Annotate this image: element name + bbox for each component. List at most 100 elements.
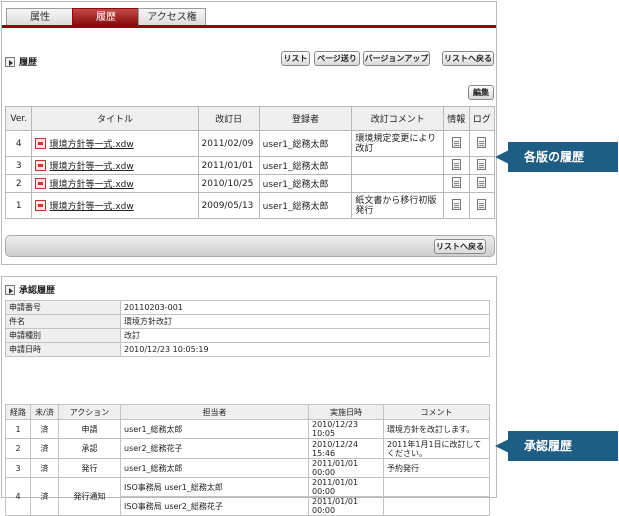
log-document-icon[interactable] bbox=[477, 136, 487, 148]
table-footer-bar: リストへ戻る bbox=[5, 235, 495, 257]
log-cell bbox=[468, 192, 496, 219]
approval-panel: 承認履歴 申請番号 20110203-001 件名 環境方針改訂 申請種別 改訂… bbox=[1, 276, 497, 516]
tab-access[interactable]: アクセス権 bbox=[138, 8, 206, 25]
assignee-cell: user1_総務太郎 bbox=[120, 419, 309, 439]
xdw-file-icon bbox=[35, 200, 47, 211]
route-cell: 1 bbox=[5, 419, 31, 439]
action-cell: 発行通知 bbox=[58, 477, 121, 516]
col-title: タイトル bbox=[31, 106, 199, 131]
info-cell bbox=[443, 174, 470, 193]
datetime-cell: 2011/01/01 00:00 bbox=[308, 496, 384, 516]
info-document-icon[interactable] bbox=[451, 198, 461, 210]
approval-section-title: 承認履歴 bbox=[5, 283, 55, 296]
action-cell: 承認 bbox=[58, 438, 121, 459]
history-title: 履歴 bbox=[19, 58, 38, 68]
table-row: 3 済 発行 user1_総務太郎 2011/01/01 00:00 予約発行 bbox=[5, 458, 490, 478]
xdw-file-icon bbox=[35, 178, 47, 189]
log-cell bbox=[468, 130, 496, 157]
info-label: 申請番号 bbox=[5, 300, 121, 315]
comment-cell bbox=[351, 156, 445, 175]
log-document-icon[interactable] bbox=[477, 158, 487, 170]
title-cell: 環境方針等一式.xdw bbox=[31, 156, 199, 175]
col-date: 改訂日 bbox=[197, 106, 260, 131]
comment-cell: 環境規定変更により改訂 bbox=[351, 130, 445, 157]
info-row: 申請種別 改訂 bbox=[5, 328, 490, 343]
application-info-table: 申請番号 20110203-001 件名 環境方針改訂 申請種別 改訂 申請日時… bbox=[5, 300, 490, 357]
info-label: 件名 bbox=[5, 314, 121, 329]
comment-cell: 2011年1月1日に改訂してください。 bbox=[383, 438, 490, 459]
ver-cell: 4 bbox=[4, 130, 33, 157]
col-status: 未/済 bbox=[30, 404, 59, 420]
info-document-icon[interactable] bbox=[451, 136, 461, 148]
table-row: 2 済 承認 user2_総務花子 2010/12/24 15:46 2011年… bbox=[5, 438, 490, 459]
col-datetime: 実施日時 bbox=[308, 404, 384, 420]
date-cell: 2009/05/13 bbox=[197, 192, 260, 219]
edit-button[interactable]: 編集 bbox=[468, 85, 494, 100]
table-header-row: Ver. タイトル 改訂日 登録者 改訂コメント 情報 ログ bbox=[4, 106, 496, 131]
comment-cell: 予約発行 bbox=[383, 458, 490, 478]
list-button[interactable]: リスト bbox=[281, 51, 310, 66]
history-panel: 属性 履歴 アクセス権 履歴 リスト ページ送り バージョンアップ リストへ戻る… bbox=[1, 1, 497, 265]
date-cell: 2010/10/25 bbox=[197, 174, 260, 193]
document-link[interactable]: 環境方針等一式.xdw bbox=[49, 162, 133, 172]
tab-history[interactable]: 履歴 bbox=[72, 8, 140, 25]
ver-cell: 3 bbox=[4, 156, 33, 175]
info-document-icon[interactable] bbox=[451, 158, 461, 170]
footer-back-to-list-button[interactable]: リストへ戻る bbox=[434, 239, 486, 254]
info-value: 改訂 bbox=[120, 328, 490, 343]
info-row: 件名 環境方針改訂 bbox=[5, 314, 490, 329]
registrant-cell: user1_総務太郎 bbox=[258, 130, 353, 157]
title-cell: 環境方針等一式.xdw bbox=[31, 174, 199, 193]
document-link[interactable]: 環境方針等一式.xdw bbox=[49, 140, 133, 150]
section-arrow-icon bbox=[5, 56, 15, 67]
table-row: 4 済 発行通知 ISO事務局 user1_総務太郎 2011/01/01 00… bbox=[5, 477, 490, 516]
tab-attributes[interactable]: 属性 bbox=[6, 8, 74, 25]
assignee-cell: user1_総務太郎 bbox=[120, 458, 309, 478]
col-assignee: 担当者 bbox=[120, 404, 309, 420]
datetime-cell: 2010/12/23 10:05 bbox=[308, 419, 384, 439]
datetime-cell: 2011/01/01 00:00 bbox=[308, 458, 384, 478]
back-to-list-button[interactable]: リストへ戻る bbox=[442, 51, 494, 66]
callout-approval: 承認履歴 bbox=[495, 431, 618, 461]
ver-cell: 2 bbox=[4, 174, 33, 193]
info-cell bbox=[443, 156, 470, 175]
route-cell: 3 bbox=[5, 458, 31, 478]
table-row: 1 環境方針等一式.xdw 2009/05/13 user1_総務太郎 紙文書か… bbox=[4, 192, 496, 219]
document-link[interactable]: 環境方針等一式.xdw bbox=[49, 202, 133, 212]
comment-cell: 紙文書から移行初版発行 bbox=[351, 192, 445, 219]
info-label: 申請日時 bbox=[5, 342, 121, 357]
info-value: 20110203-001 bbox=[120, 300, 490, 315]
registrant-cell: user1_総務太郎 bbox=[258, 156, 353, 175]
comment-cell bbox=[383, 496, 490, 516]
registrant-cell: user1_総務太郎 bbox=[258, 174, 353, 193]
info-row: 申請番号 20110203-001 bbox=[5, 300, 490, 315]
col-registrant: 登録者 bbox=[258, 106, 353, 131]
status-cell: 済 bbox=[30, 477, 59, 516]
col-action: アクション bbox=[58, 404, 121, 420]
version-up-button[interactable]: バージョンアップ bbox=[363, 51, 430, 66]
datetime-cell: 2011/01/01 00:00 bbox=[308, 477, 384, 497]
title-cell: 環境方針等一式.xdw bbox=[31, 192, 199, 219]
registrant-cell: user1_総務太郎 bbox=[258, 192, 353, 219]
document-link[interactable]: 環境方針等一式.xdw bbox=[49, 180, 133, 190]
log-document-icon[interactable] bbox=[477, 198, 487, 210]
info-value: 環境方針改訂 bbox=[120, 314, 490, 329]
page-send-button[interactable]: ページ送り bbox=[314, 51, 360, 66]
col-comment: 改訂コメント bbox=[351, 106, 445, 131]
info-value: 2010/12/23 10:05:19 bbox=[120, 342, 490, 357]
assignee-cell: user2_総務花子 bbox=[120, 438, 309, 459]
info-cell bbox=[443, 192, 470, 219]
col-route: 経路 bbox=[5, 404, 31, 420]
xdw-file-icon bbox=[35, 160, 47, 171]
xdw-file-icon bbox=[35, 138, 47, 149]
log-document-icon[interactable] bbox=[477, 176, 487, 188]
status-cell: 済 bbox=[30, 419, 59, 439]
col-comment: コメント bbox=[383, 404, 490, 420]
table-row: 2 環境方針等一式.xdw 2010/10/25 user1_総務太郎 bbox=[4, 174, 496, 193]
approval-title: 承認履歴 bbox=[19, 286, 56, 296]
info-document-icon[interactable] bbox=[451, 176, 461, 188]
datetime-cell: 2010/12/24 15:46 bbox=[308, 438, 384, 459]
history-section-title: 履歴 bbox=[5, 55, 37, 68]
comment-cell bbox=[351, 174, 445, 193]
action-cell: 発行 bbox=[58, 458, 121, 478]
